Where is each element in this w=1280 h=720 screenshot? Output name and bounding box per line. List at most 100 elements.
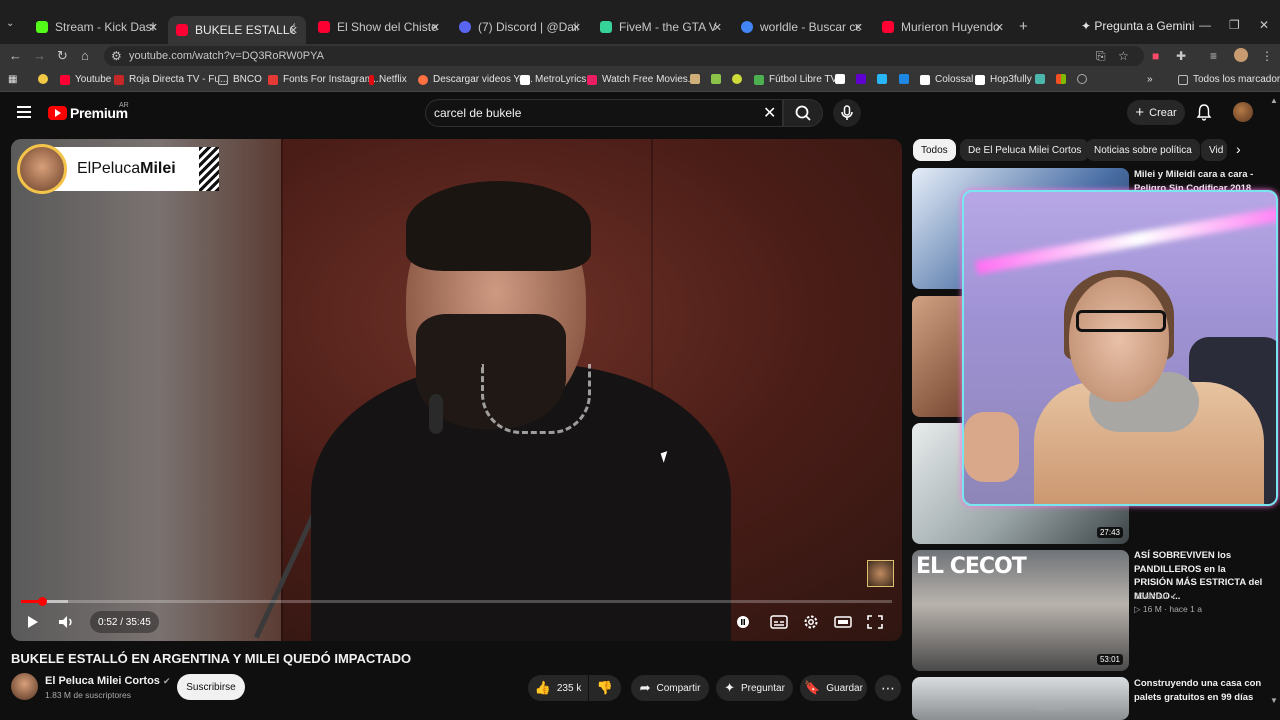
bookmark-unnamed-5[interactable] xyxy=(877,74,892,84)
subscribe-button[interactable]: Suscribirse xyxy=(177,674,245,700)
bookmark-fonts[interactable]: Fonts For Instagram... xyxy=(268,74,381,85)
recommended-channel-4[interactable]: JDalmau ✔ xyxy=(1134,591,1177,602)
back-icon[interactable]: ← xyxy=(9,48,22,63)
bookmark-globe[interactable] xyxy=(1077,74,1092,84)
reload-icon[interactable]: ↻ xyxy=(57,48,68,64)
bookmark-roja-directa[interactable]: Roja Directa TV - Fu... xyxy=(114,74,228,85)
bookmark-unnamed-2[interactable] xyxy=(711,74,726,84)
bookmark-hop3fully[interactable]: Hop3fully xyxy=(975,74,1032,85)
bookmark-watch-free-movies[interactable]: Watch Free Movies... xyxy=(587,74,696,85)
browser-tab-murieron[interactable]: Murieron Huyendo de Alg ✕ xyxy=(874,16,1012,38)
install-app-icon[interactable]: ⎘ xyxy=(1096,49,1106,64)
close-icon[interactable]: ✕ xyxy=(572,21,581,34)
close-icon[interactable]: ✕ xyxy=(431,21,440,34)
gemini-button[interactable]: ✦ Pregunta a Gemini xyxy=(1081,19,1194,33)
bookmark-unnamed-7[interactable] xyxy=(1035,74,1050,84)
scroll-down-arrow-icon[interactable]: ▼ xyxy=(1270,696,1278,705)
share-button[interactable]: ➦ Compartir xyxy=(631,675,709,701)
theater-mode-button[interactable] xyxy=(832,613,854,631)
chip-politics[interactable]: Noticias sobre política xyxy=(1086,139,1200,161)
close-icon[interactable]: ✕ xyxy=(149,21,158,34)
browser-tab-youtube-active[interactable]: BUKELE ESTALLÓ EN ARGE ✕ xyxy=(168,16,306,44)
url-text[interactable]: youtube.com/watch?v=DQ3RoRW0PYA xyxy=(129,50,324,62)
bookmark-unnamed-6[interactable] xyxy=(899,74,914,84)
create-button[interactable]: + Crear xyxy=(1127,100,1185,125)
close-icon[interactable]: ✕ xyxy=(289,24,298,37)
all-bookmarks[interactable]: Todos los marcadores xyxy=(1178,74,1280,85)
bookmark-emoji[interactable] xyxy=(38,74,53,84)
bookmark-futbol-libre[interactable]: Fútbol Libre TV xyxy=(754,74,837,85)
subtitles-icon xyxy=(770,615,788,629)
scroll-up-arrow-icon[interactable]: ▲ xyxy=(1270,96,1278,105)
search-query[interactable]: carcel de bukele xyxy=(434,106,521,120)
fullscreen-button[interactable] xyxy=(864,613,886,631)
notifications-bell-icon[interactable] xyxy=(1196,103,1212,125)
home-icon[interactable]: ⌂ xyxy=(81,48,89,63)
close-icon[interactable]: ✕ xyxy=(995,21,1004,34)
bookmark-yahoo[interactable] xyxy=(856,74,871,84)
window-close-icon[interactable]: ✕ xyxy=(1259,18,1269,32)
bookmark-bnco[interactable]: BNCO xyxy=(218,74,262,85)
restore-icon[interactable]: ❐ xyxy=(1229,18,1240,32)
browser-tab-show-chiste[interactable]: El Show del Chiste - VIDEO ✕ xyxy=(310,16,448,38)
bookmark-unnamed-3[interactable] xyxy=(732,74,747,84)
channel-name-link[interactable]: El Peluca Milei Cortos ✔ xyxy=(45,675,171,687)
bookmark-unnamed-1[interactable] xyxy=(690,74,705,84)
ask-button[interactable]: ✦ Preguntar xyxy=(716,675,793,701)
dislike-button[interactable]: 👎 xyxy=(589,675,621,701)
settings-button[interactable] xyxy=(800,613,822,631)
subtitles-button[interactable] xyxy=(768,613,790,631)
extensions-puzzle-icon[interactable]: ✚ xyxy=(1176,49,1186,63)
chip-videos[interactable]: Vid xyxy=(1201,139,1227,161)
more-bookmarks-chevron-icon[interactable]: » xyxy=(1147,74,1153,85)
profile-avatar[interactable] xyxy=(1234,48,1248,62)
search-button[interactable] xyxy=(783,99,823,127)
clear-search-icon[interactable]: ✕ xyxy=(763,103,776,123)
browser-tab-kick[interactable]: Stream - Kick Dashboard ✕ xyxy=(28,16,166,38)
progress-bar-track[interactable] xyxy=(21,600,892,603)
like-button[interactable]: 👍 235 k xyxy=(528,675,588,701)
more-actions-button[interactable]: ⋯ xyxy=(875,675,901,701)
bookmark-microsoft[interactable] xyxy=(1056,74,1071,84)
recommended-thumbnail-4[interactable]: EL CECOT 53:01 xyxy=(912,550,1129,671)
browser-menu-icon[interactable]: ⋮ xyxy=(1261,49,1273,63)
bookmark-netflix[interactable]: Netflix xyxy=(369,74,407,85)
browser-tab-google[interactable]: worldle - Buscar con Goog ✕ xyxy=(733,16,871,38)
chevron-right-icon[interactable]: › xyxy=(1236,141,1241,157)
channel-branding-watermark[interactable] xyxy=(867,560,894,587)
browser-tab-discord[interactable]: (7) Discord | @Daiii ✕ xyxy=(451,16,589,38)
tab-media-icon[interactable]: ≡ xyxy=(1210,49,1217,63)
browser-tab-fivem[interactable]: FiveM - the GTA V multipl ✕ xyxy=(592,16,730,38)
forward-icon[interactable]: → xyxy=(33,48,46,63)
chip-todos[interactable]: Todos xyxy=(913,139,956,161)
bookmark-unnamed-4[interactable] xyxy=(835,74,850,84)
tab-search-chevron-icon[interactable]: ⌄ xyxy=(6,18,20,34)
play-button[interactable] xyxy=(21,613,43,631)
minimize-icon[interactable]: — xyxy=(1199,18,1211,32)
bookmark-youtube[interactable]: Youtube xyxy=(60,74,111,85)
account-avatar[interactable] xyxy=(1233,102,1253,122)
close-icon[interactable]: ✕ xyxy=(854,21,863,34)
recommended-thumbnail-5[interactable] xyxy=(912,677,1129,720)
save-button[interactable]: 🔖 Guardar xyxy=(800,675,867,701)
new-tab-button[interactable]: + xyxy=(1019,18,1028,35)
voice-search-button[interactable] xyxy=(833,99,861,127)
close-icon[interactable]: ✕ xyxy=(713,21,722,34)
discord-icon xyxy=(459,21,471,33)
channel-avatar[interactable] xyxy=(11,673,38,700)
volume-button[interactable] xyxy=(55,613,77,631)
progress-scrubber-handle[interactable] xyxy=(38,597,47,606)
extension-icon[interactable]: ■ xyxy=(1152,49,1159,63)
bookmark-star-icon[interactable]: ☆ xyxy=(1118,49,1129,63)
chip-channel[interactable]: De El Peluca Milei Cortos xyxy=(960,139,1090,161)
bookmark-metrolyrics[interactable]: MetroLyrics xyxy=(520,74,586,85)
recommended-title-5[interactable]: Construyendo una casa con palets gratuit… xyxy=(1134,677,1264,704)
bookmark-descargar[interactable]: Descargar videos Yo... xyxy=(418,74,533,85)
autoplay-toggle[interactable] xyxy=(732,613,754,631)
site-info-icon[interactable]: ⚙ xyxy=(111,49,122,63)
hamburger-menu-icon[interactable] xyxy=(17,106,31,121)
bookmark-colossal[interactable]: Colossal xyxy=(920,74,973,85)
video-player[interactable]: ElPelucaMilei 0:52 / 35:45 xyxy=(11,139,902,641)
apps-grid-icon[interactable]: ▦ xyxy=(8,74,17,85)
youtube-premium-logo[interactable]: Premium xyxy=(48,105,128,121)
